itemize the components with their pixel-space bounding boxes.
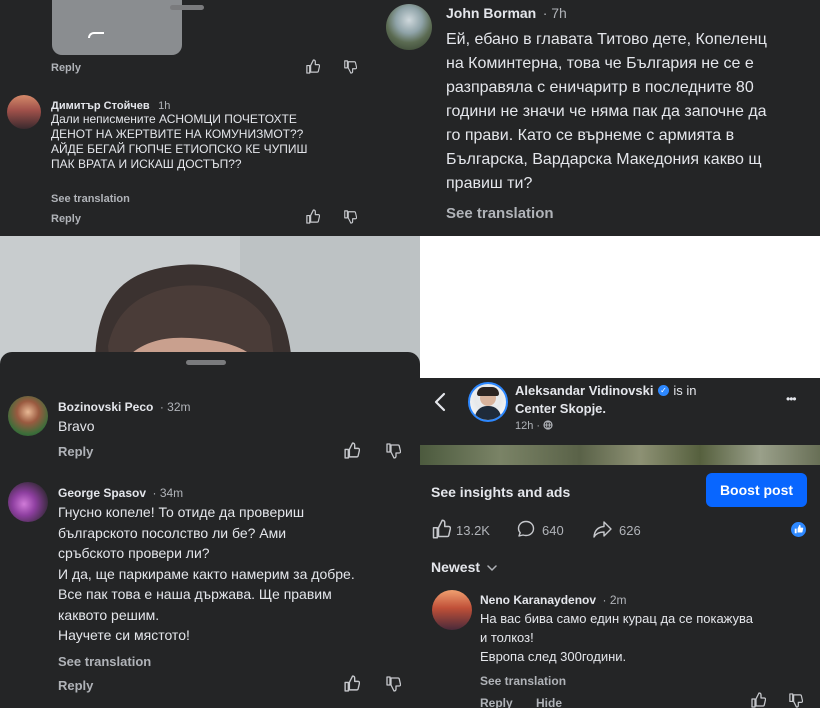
dislike-icon[interactable] <box>788 693 803 708</box>
comment-line: АЙДЕ БЕГАЙ ГЮПЧЕ ЕТИОПСКО КЕ ЧУПИШ <box>51 142 308 156</box>
comment-time: 1h <box>158 100 171 112</box>
comment-body: На вас бива само един курац да се покажу… <box>480 609 753 666</box>
comment-panel-b: John Borman · 7h Ей, ебано в главата Тит… <box>372 0 820 236</box>
see-translation-link[interactable]: See translation <box>58 654 151 669</box>
comment-time: · 34m <box>152 486 184 500</box>
see-translation-link[interactable]: See translation <box>480 674 566 688</box>
comment-line: Дали неписмените АСНОМЦИ ПОЧЕТОХТЕ <box>51 112 297 126</box>
like-icon[interactable] <box>305 59 320 74</box>
comment-line: Все пак това е наша държава. Ще правим <box>58 586 332 602</box>
sheet-handle[interactable] <box>186 360 226 365</box>
like-icon[interactable] <box>431 519 451 539</box>
comment-line: Научете си мястото! <box>58 627 190 643</box>
like-icon[interactable] <box>750 692 766 708</box>
comment-line: И да, ще паркираме както намерим за добр… <box>58 565 355 582</box>
comment-panel-d: Bozinovski Peco · 32m Bravo Reply George… <box>0 352 420 708</box>
avatar[interactable] <box>468 382 508 422</box>
comment-line: го прави. Като се върнеме с армията в <box>446 127 735 144</box>
like-icon[interactable] <box>305 209 320 224</box>
avatar[interactable] <box>432 590 472 630</box>
comment-header: Bozinovski Peco · 32m <box>58 398 191 416</box>
comment-body: Гнусно копеле! То отиде да провериш бълг… <box>58 502 355 646</box>
comment-line: години не значи че няма пак да започне д… <box>446 103 767 120</box>
author-name[interactable]: Bozinovski Peco <box>58 400 153 414</box>
comment-body: Ей, ебано в главата Титово дете, Копелен… <box>446 28 767 196</box>
comment-line: Ей, ебано в главата Титово дете, Копелен… <box>446 31 767 48</box>
comment-time: · 2m <box>602 593 627 607</box>
reply-link[interactable]: Reply <box>58 678 93 693</box>
hide-link[interactable]: Hide <box>536 696 562 708</box>
post-time: 12h · <box>515 420 541 432</box>
comment-line: Европа след 300години. <box>480 649 627 664</box>
post-is-in: is in <box>673 383 697 398</box>
comment-line: и толкоз! <box>480 630 534 645</box>
insights-link[interactable]: See insights and ads <box>431 483 570 502</box>
dislike-icon[interactable] <box>385 676 401 692</box>
comment-line: Българска, Вардарска Македония какво щ <box>446 151 762 168</box>
profile-photo <box>0 236 420 366</box>
verified-badge-icon: ✓ <box>657 385 669 397</box>
likes-count[interactable]: 13.2K <box>456 523 490 538</box>
avatar[interactable] <box>7 95 41 129</box>
author-name[interactable]: George Spasov <box>58 486 146 500</box>
post-location[interactable]: Center Skopje. <box>515 401 606 416</box>
post-header: Aleksandar Vidinovski ✓ is in <box>515 381 697 400</box>
reply-link[interactable]: Reply <box>51 213 81 225</box>
author-name[interactable]: Димитър Стойчев <box>51 100 150 112</box>
comment-line: сръбското провери ли? <box>58 545 210 561</box>
share-icon[interactable] <box>592 519 613 539</box>
comment-line: каквото решим. <box>58 606 160 623</box>
dislike-icon[interactable] <box>343 210 357 224</box>
comment-line: На вас бива само един курац да се покажу… <box>480 611 754 626</box>
photo-preview <box>52 0 182 55</box>
reply-link[interactable]: Reply <box>480 696 513 708</box>
chevron-down-icon <box>487 565 498 572</box>
globe-icon <box>543 420 553 430</box>
comment-time: · 32m <box>159 400 191 414</box>
comment-line: българското посолство ли бе? Ами <box>58 524 287 541</box>
comment-line: ДЕНОТ НА ЖЕРТВИТЕ НА КОМУНИЗМОТ?? <box>51 127 304 141</box>
reply-link[interactable]: Reply <box>58 444 93 459</box>
author-name[interactable]: John Borman <box>446 5 536 21</box>
comment-panel-a: Reply Димитър Стойчев 1h Дали неписменит… <box>0 0 372 236</box>
back-arrow-icon[interactable] <box>434 392 446 412</box>
shares-count[interactable]: 626 <box>619 523 641 538</box>
comment-header: John Borman · 7h <box>446 5 567 23</box>
comment-line: ПАК ВРАТА И ИСКАШ ДОСТЪП?? <box>51 157 242 171</box>
sort-dropdown[interactable]: Newest <box>431 558 498 577</box>
post-image-strip <box>420 445 820 465</box>
dislike-icon[interactable] <box>385 443 401 459</box>
comment-line: разправяла с еничаритр в последните 80 <box>446 79 754 96</box>
comment-body: Дали неписмените АСНОМЦИ ПОЧЕТОХТЕ ДЕНОТ… <box>51 112 308 172</box>
sort-label: Newest <box>431 559 481 575</box>
post-panel: Aleksandar Vidinovski ✓ is in Center Sko… <box>420 378 820 708</box>
like-icon[interactable] <box>343 675 360 692</box>
author-name[interactable]: Aleksandar Vidinovski <box>515 383 654 398</box>
avatar[interactable] <box>8 482 48 522</box>
comment-header: Neno Karanaydenov · 2m <box>480 591 627 609</box>
comment-header: George Spasov · 34m <box>58 484 183 502</box>
sheet-handle[interactable] <box>170 5 204 10</box>
comment-icon[interactable] <box>516 519 536 539</box>
boost-post-button[interactable]: Boost post <box>706 473 807 507</box>
dislike-icon[interactable] <box>343 60 357 74</box>
comment-line: правиш ти? <box>446 175 533 192</box>
comment-line: на Коминтерна, това че България не се е <box>446 55 754 72</box>
reply-link[interactable]: Reply <box>51 62 81 74</box>
comment-time: · 7h <box>542 5 567 21</box>
reaction-like-icon[interactable] <box>791 522 806 537</box>
avatar[interactable] <box>386 4 432 50</box>
author-name[interactable]: Neno Karanaydenov <box>480 593 596 607</box>
avatar[interactable] <box>8 396 48 436</box>
see-translation-link[interactable]: See translation <box>51 193 130 205</box>
post-time-row: 12h · <box>515 420 553 432</box>
person-photo <box>0 236 420 366</box>
comment-line: Гнусно копеле! То отиде да провериш <box>58 504 305 520</box>
like-icon[interactable] <box>343 442 360 459</box>
comments-count[interactable]: 640 <box>542 523 564 538</box>
comment-line: Bravo <box>58 418 95 434</box>
see-translation-link[interactable]: See translation <box>446 205 554 222</box>
more-options-icon[interactable]: ••• <box>786 392 797 406</box>
